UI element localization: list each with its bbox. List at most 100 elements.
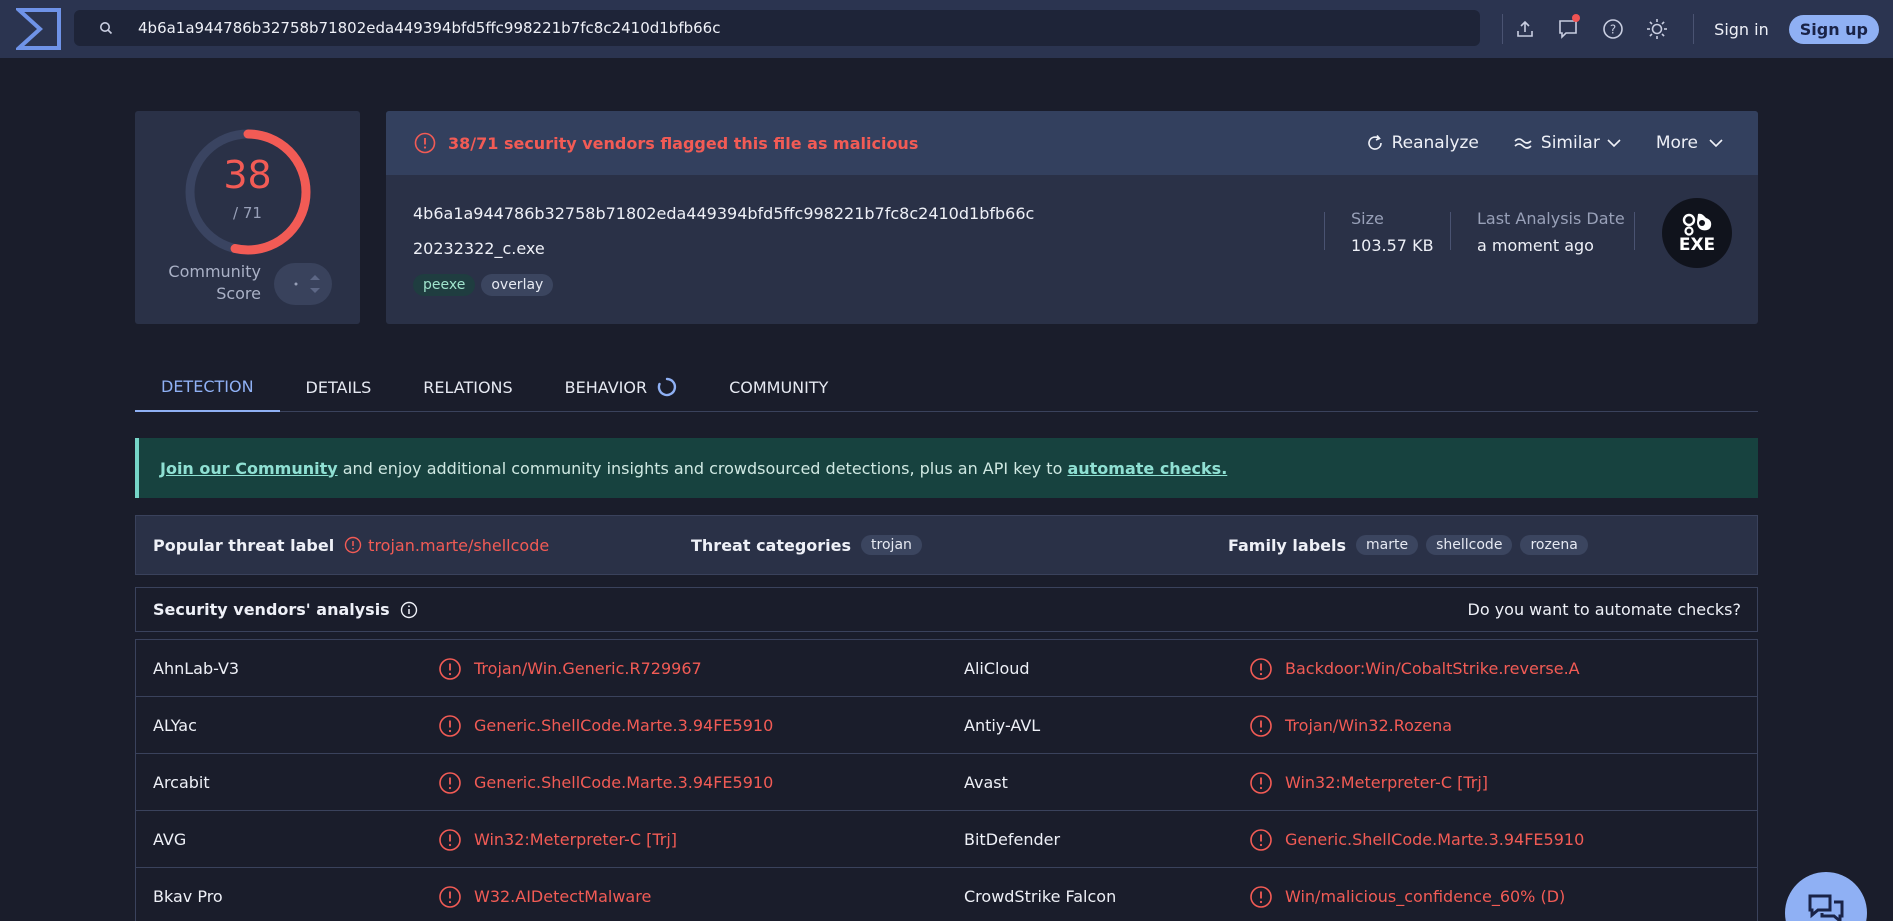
search-input[interactable] xyxy=(138,19,1438,37)
tab-community[interactable]: COMMUNITY xyxy=(703,362,854,412)
notifications-button[interactable] xyxy=(1547,0,1591,58)
vendor-name: ALYac xyxy=(153,716,197,735)
similar-icon xyxy=(1514,138,1532,149)
join-text: and enjoy additional community insights … xyxy=(337,458,1068,478)
tab-relations[interactable]: RELATIONS xyxy=(397,362,538,412)
vendor-result[interactable]: Generic.ShellCode.Marte.3.94FE5910 xyxy=(438,754,773,811)
threat-summary: Popular threat label trojan.marte/shellc… xyxy=(135,515,1758,575)
vendor-name: BitDefender xyxy=(964,830,1061,849)
logo-icon xyxy=(16,8,61,50)
table-row: Bkav Pro W32.AIDetectMalware CrowdStrike F… xyxy=(135,868,1758,921)
tab-bar: DETECTION DETAILS RELATIONS BEHAVIOR COM… xyxy=(135,362,1758,412)
category-chip[interactable]: trojan xyxy=(861,535,922,555)
vendor-result[interactable]: Win/malicious_confidence_60% (D) xyxy=(1249,868,1565,921)
automate-checks-text[interactable]: Do you want to automate checks? xyxy=(1468,600,1742,619)
vendor-result[interactable]: Generic.ShellCode.Marte.3.94FE5910 xyxy=(438,697,773,754)
tag-overlay[interactable]: overlay xyxy=(481,274,554,296)
vote-arrows-icon xyxy=(294,275,320,293)
score-total: / 71 xyxy=(233,204,262,222)
search-bar[interactable] xyxy=(74,10,1480,46)
join-community-link[interactable]: Join our Community xyxy=(160,459,338,478)
threat-categories: Threat categories trojan xyxy=(691,535,930,555)
alert-circle-icon xyxy=(1250,714,1272,737)
tab-detection[interactable]: DETECTION xyxy=(135,362,280,412)
vendors-table: AhnLab-V3 Trojan/Win.Generic.R729967 AliCl… xyxy=(135,639,1758,921)
tag-peexe[interactable]: peexe xyxy=(413,274,476,296)
family-chip[interactable]: shellcode xyxy=(1426,535,1513,555)
more-dropdown[interactable]: More xyxy=(1656,133,1724,153)
gears-icon xyxy=(1682,213,1712,236)
community-score-vote[interactable] xyxy=(274,263,332,305)
score-value: 38 xyxy=(223,153,272,197)
alert-circle-icon xyxy=(1250,885,1272,908)
chat-bubbles-icon xyxy=(1808,894,1844,921)
divider xyxy=(1450,212,1451,250)
reanalyze-button[interactable]: Reanalyze xyxy=(1366,133,1479,153)
sign-up-button[interactable]: Sign up xyxy=(1788,14,1879,44)
upload-button[interactable] xyxy=(1503,0,1547,58)
upload-icon xyxy=(1517,20,1533,37)
table-row: AVG Win32:Meterpreter-C [Trj] BitDefender G… xyxy=(135,811,1758,868)
search-icon xyxy=(74,21,138,35)
vendor-result[interactable]: W32.AIDetectMalware xyxy=(438,868,651,921)
refresh-icon xyxy=(1367,134,1382,150)
vendor-name: AVG xyxy=(153,830,187,849)
file-name: 20232322_c.exe xyxy=(413,239,545,258)
divider xyxy=(1324,212,1325,250)
vendor-name: CrowdStrike Falcon xyxy=(964,887,1117,906)
info-icon[interactable] xyxy=(400,601,418,619)
family-labels: Family labels marte shellcode rozena xyxy=(1228,535,1596,555)
vendor-result[interactable]: Trojan/Win32.Rozena xyxy=(1249,697,1452,754)
join-community-banner: Join our Community and enjoy additional … xyxy=(135,438,1758,498)
top-bar: ? Sign in Sign up xyxy=(0,0,1893,58)
theme-toggle[interactable] xyxy=(1635,0,1679,58)
sign-in-link[interactable]: Sign in xyxy=(1694,20,1789,39)
vendor-result[interactable]: Trojan/Win.Generic.R729967 xyxy=(438,640,702,697)
alert-circle-icon xyxy=(414,132,436,154)
divider xyxy=(1634,212,1635,250)
loading-spinner-icon xyxy=(657,377,677,397)
verdict-text: 38/71 security vendors flagged this file… xyxy=(448,133,919,153)
table-row: AhnLab-V3 Trojan/Win.Generic.R729967 AliCl… xyxy=(135,640,1758,697)
tab-details[interactable]: DETAILS xyxy=(280,362,398,412)
alert-circle-icon xyxy=(1250,657,1272,680)
virustotal-logo[interactable] xyxy=(0,0,78,58)
file-type-badge: EXE xyxy=(1662,198,1732,268)
sun-icon xyxy=(1647,19,1668,39)
family-chip[interactable]: marte xyxy=(1356,535,1419,555)
file-hash[interactable]: 4b6a1a944786b32758b71802eda449394bfd5ffc… xyxy=(413,204,1034,223)
community-score-label: Community Score xyxy=(168,262,261,303)
popular-threat-value[interactable]: trojan.marte/shellcode xyxy=(368,536,549,555)
vendor-name: Antiy-AVL xyxy=(964,716,1041,735)
file-tags: peexe overlay xyxy=(413,274,559,296)
alert-circle-icon xyxy=(439,714,461,737)
help-icon: ? xyxy=(1603,19,1623,39)
alert-circle-icon xyxy=(1250,828,1272,851)
popular-threat-label: Popular threat label trojan.marte/shellc… xyxy=(153,535,550,555)
tab-behavior[interactable]: BEHAVIOR xyxy=(539,362,703,412)
vendor-result[interactable]: Win32:Meterpreter-C [Trj] xyxy=(438,811,677,868)
last-analysis-date: Last Analysis Date a moment ago xyxy=(1477,209,1625,255)
vendor-name: AhnLab-V3 xyxy=(153,659,240,678)
vendors-title: Security vendors' analysis xyxy=(153,600,390,619)
chat-support-button[interactable] xyxy=(1785,872,1867,921)
vendors-header: Security vendors' analysis Do you want t… xyxy=(135,587,1758,632)
alert-circle-icon xyxy=(439,828,461,851)
file-summary-card: 38/71 security vendors flagged this file… xyxy=(386,111,1758,324)
similar-dropdown[interactable]: Similar xyxy=(1513,133,1622,153)
vendor-name: Avast xyxy=(964,773,1008,792)
svg-text:?: ? xyxy=(1610,23,1616,37)
help-button[interactable]: ? xyxy=(1591,0,1635,58)
alert-circle-icon xyxy=(344,536,362,554)
alert-circle-icon xyxy=(1250,771,1272,794)
table-row: ALYac Generic.ShellCode.Marte.3.94FE5910 A… xyxy=(135,697,1758,754)
vendor-name: Arcabit xyxy=(153,773,210,792)
vendor-result[interactable]: Backdoor:Win/CobaltStrike.reverse.A xyxy=(1249,640,1580,697)
vendor-result[interactable]: Generic.ShellCode.Marte.3.94FE5910 xyxy=(1249,811,1584,868)
vendor-name: AliCloud xyxy=(964,659,1030,678)
table-row: Arcabit Generic.ShellCode.Marte.3.94FE591… xyxy=(135,754,1758,811)
family-chip[interactable]: rozena xyxy=(1520,535,1588,555)
vendor-result[interactable]: Win32:Meterpreter-C [Trj] xyxy=(1249,754,1488,811)
automate-checks-link[interactable]: automate checks. xyxy=(1067,459,1227,478)
file-size: Size 103.57 KB xyxy=(1351,209,1434,255)
